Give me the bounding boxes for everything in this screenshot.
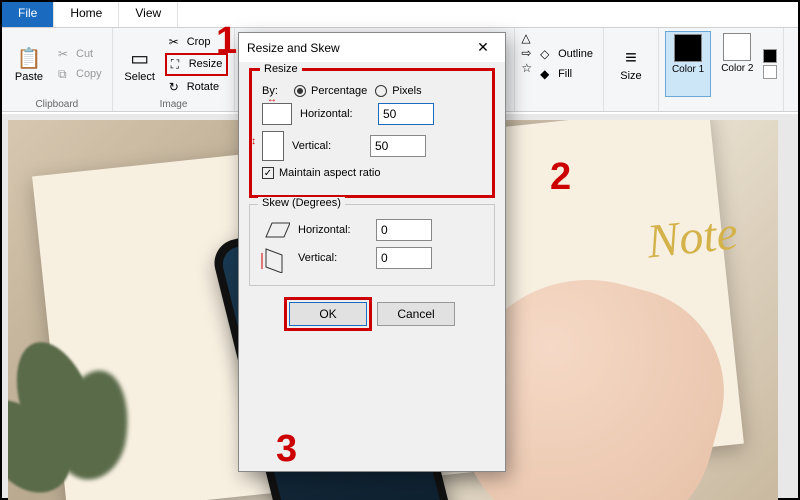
maintain-aspect-checkbox[interactable]: ✓ Maintain aspect ratio bbox=[262, 167, 381, 179]
callout-2: 2 bbox=[550, 156, 571, 199]
group-size: ≡ Size bbox=[604, 28, 659, 111]
resize-v-label: Vertical: bbox=[292, 140, 362, 152]
resize-fieldset: Resize By: Percentage Pixels ↔ Horizonta… bbox=[249, 68, 495, 198]
copy-icon: ⧉ bbox=[58, 67, 72, 82]
tab-file[interactable]: File bbox=[2, 2, 54, 27]
cut-button[interactable]: ✂Cut bbox=[54, 45, 106, 63]
outline-button[interactable]: ◇Outline bbox=[536, 45, 597, 63]
color2-button[interactable]: Color 2 bbox=[715, 31, 759, 97]
size-icon: ≡ bbox=[625, 47, 637, 70]
tab-home[interactable]: Home bbox=[54, 2, 119, 27]
photo-plant bbox=[8, 330, 178, 500]
swatch-black[interactable] bbox=[763, 49, 777, 63]
radio-dot-icon bbox=[294, 85, 306, 97]
radio-percentage[interactable]: Percentage bbox=[294, 85, 367, 97]
photo-note-text: Note bbox=[645, 205, 741, 269]
shape-star-icon[interactable]: ☆ bbox=[521, 61, 532, 75]
radio-dot-icon bbox=[375, 85, 387, 97]
checkbox-icon: ✓ bbox=[262, 167, 274, 179]
resize-v-icon: ↕ bbox=[262, 131, 284, 161]
skew-v-icon bbox=[260, 247, 290, 269]
resize-h-input[interactable] bbox=[378, 103, 434, 125]
skew-h-label: Horizontal: bbox=[298, 224, 368, 236]
skew-h-icon bbox=[260, 219, 290, 241]
resize-h-label: Horizontal: bbox=[300, 108, 370, 120]
skew-v-input[interactable] bbox=[376, 247, 432, 269]
dialog-button-row: OK Cancel bbox=[239, 292, 505, 336]
cancel-button[interactable]: Cancel bbox=[377, 302, 455, 326]
fill-button[interactable]: ◆Fill bbox=[536, 65, 597, 83]
shape-arrow-icon[interactable]: ⇨ bbox=[521, 46, 532, 60]
paste-label: Paste bbox=[15, 71, 43, 83]
ok-button[interactable]: OK bbox=[289, 302, 367, 326]
photo-phone-dock: ☎ ◉ ✉ bbox=[307, 496, 427, 500]
select-label: Select bbox=[124, 71, 155, 83]
dialog-title-text: Resize and Skew bbox=[247, 41, 340, 55]
dialog-titlebar[interactable]: Resize and Skew ✕ bbox=[239, 33, 505, 62]
select-button[interactable]: ▭ Select bbox=[119, 31, 161, 97]
tab-bar: File Home View bbox=[2, 2, 798, 28]
resize-skew-dialog: Resize and Skew ✕ Resize By: Percentage … bbox=[238, 32, 506, 472]
rotate-icon: ↻ bbox=[169, 80, 183, 94]
color1-button[interactable]: Color 1 bbox=[665, 31, 711, 97]
swatch-white[interactable] bbox=[763, 65, 777, 79]
resize-icon: ⛶ bbox=[171, 57, 185, 72]
callout-1: 1 bbox=[216, 20, 237, 63]
shape-triangle-icon[interactable]: △ bbox=[521, 31, 532, 45]
close-icon[interactable]: ✕ bbox=[469, 39, 497, 56]
resize-legend: Resize bbox=[260, 63, 302, 75]
group-image-label: Image bbox=[119, 97, 229, 110]
size-button[interactable]: ≡ Size bbox=[610, 31, 652, 97]
group-clipboard: 📋 Paste ✂Cut ⧉Copy Clipboard bbox=[2, 28, 113, 111]
radio-pixels[interactable]: Pixels bbox=[375, 85, 421, 97]
skew-legend: Skew (Degrees) bbox=[258, 197, 345, 209]
select-icon: ▭ bbox=[130, 46, 149, 71]
paste-button[interactable]: 📋 Paste bbox=[8, 31, 50, 97]
group-shapes: △ ⇨ ☆ ◇Outline ◆Fill bbox=[515, 28, 604, 111]
crop-icon: ✂ bbox=[169, 35, 183, 49]
outline-icon: ◇ bbox=[540, 47, 554, 61]
cut-icon: ✂ bbox=[58, 47, 72, 61]
rotate-button[interactable]: ↻Rotate bbox=[165, 78, 229, 96]
group-clipboard-label: Clipboard bbox=[8, 97, 106, 110]
skew-v-label: Vertical: bbox=[298, 252, 368, 264]
group-colors: Color 1 Color 2 bbox=[659, 28, 785, 111]
skew-h-input[interactable] bbox=[376, 219, 432, 241]
copy-button[interactable]: ⧉Copy bbox=[54, 65, 106, 84]
callout-3: 3 bbox=[276, 428, 297, 471]
skew-fieldset: Skew (Degrees) Horizontal: Vertical: bbox=[249, 204, 495, 286]
resize-h-icon: ↔ bbox=[262, 103, 292, 125]
paste-icon: 📋 bbox=[17, 46, 42, 71]
tab-view[interactable]: View bbox=[119, 2, 178, 27]
resize-v-input[interactable] bbox=[370, 135, 426, 157]
fill-icon: ◆ bbox=[540, 67, 554, 81]
